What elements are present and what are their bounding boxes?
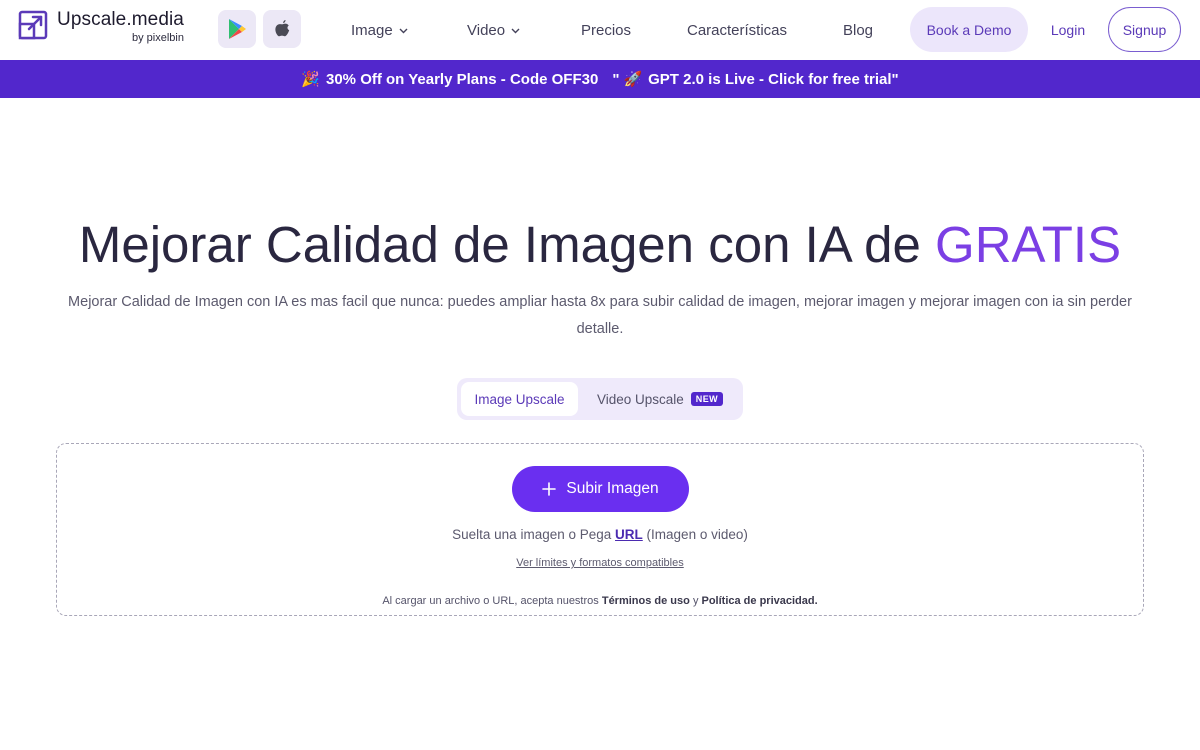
- chevron-down-icon: [511, 28, 520, 33]
- tab-video-upscale-label: Video Upscale: [596, 391, 684, 407]
- upload-dropzone[interactable]: Subir Imagen Suelta una imagen o Pega UR…: [56, 443, 1144, 616]
- page-title: Mejorar Calidad de Imagen con IA de GRAT…: [0, 214, 1200, 276]
- drop-hint: Suelta una imagen o Pega URL (Imagen o v…: [57, 527, 1143, 542]
- terms-and: y: [692, 595, 699, 607]
- login-button[interactable]: Login: [1040, 7, 1096, 52]
- drop-hint-text: Suelta una imagen o Pega: [452, 527, 612, 542]
- signup-button[interactable]: Signup: [1108, 7, 1181, 52]
- nav-image-label: Image: [351, 21, 393, 39]
- chevron-down-icon: [399, 28, 408, 33]
- terms-period: .: [814, 595, 818, 607]
- nav-blog[interactable]: Blog: [843, 20, 873, 40]
- nav-precios-label: Precios: [581, 21, 632, 39]
- brand-logo[interactable]: Upscale.media by pixelbin: [18, 9, 184, 49]
- upload-image-button[interactable]: Subir Imagen: [512, 466, 689, 512]
- nav-image[interactable]: Image: [351, 20, 409, 40]
- plus-icon: [542, 482, 557, 496]
- upscale-type-tabs: Image Upscale Video Upscale NEW: [457, 378, 743, 420]
- nav-video[interactable]: Video: [467, 20, 521, 40]
- nav-video-label: Video: [467, 21, 506, 39]
- google-play-button[interactable]: [218, 10, 256, 48]
- nav-caracteristicas-label: Características: [687, 21, 788, 39]
- apple-icon: [275, 20, 290, 37]
- app-store-button[interactable]: [263, 10, 301, 48]
- site-header: Upscale.media by pixelbin Image Video Pr…: [0, 0, 1200, 60]
- page-title-main: Mejorar Calidad de Imagen con IA de: [78, 216, 921, 273]
- tab-image-upscale[interactable]: Image Upscale: [461, 382, 578, 416]
- brand-subtitle: by pixelbin: [132, 32, 184, 44]
- rocket-icon: 🚀: [623, 71, 643, 88]
- brand-name: Upscale.media: [57, 9, 184, 30]
- promo-gpt-text: GPT 2.0 is Live - Click for free trial": [648, 70, 899, 88]
- promo-offer-text: 30% Off on Yearly Plans - Code OFF30: [326, 70, 599, 88]
- upscale-logo-icon: [18, 10, 48, 40]
- tab-image-upscale-label: Image Upscale: [474, 391, 565, 407]
- page-subtitle: Mejorar Calidad de Imagen con IA es mas …: [68, 294, 1132, 337]
- paste-url-link[interactable]: URL: [615, 527, 643, 542]
- nav-precios[interactable]: Precios: [581, 20, 631, 40]
- book-demo-button[interactable]: Book a Demo: [910, 7, 1028, 52]
- upload-image-label: Subir Imagen: [566, 480, 659, 497]
- limits-formats-link[interactable]: Ver límites y formatos compatibles: [57, 557, 1143, 569]
- page-title-accent: GRATIS: [935, 216, 1122, 273]
- terms-of-use-link[interactable]: Términos de uso: [602, 595, 690, 607]
- new-badge: NEW: [690, 392, 723, 406]
- google-play-icon: [229, 19, 246, 39]
- tab-video-upscale[interactable]: Video Upscale NEW: [585, 382, 735, 416]
- promo-banner[interactable]: 🎉 30% Off on Yearly Plans - Code OFF30 "…: [0, 60, 1200, 98]
- terms-notice: Al cargar un archivo o URL, acepta nuest…: [57, 595, 1143, 607]
- drop-hint-formats: (Imagen o video): [646, 527, 748, 542]
- nav-blog-label: Blog: [843, 21, 874, 39]
- nav-caracteristicas[interactable]: Características: [687, 20, 787, 40]
- party-popper-icon: 🎉: [301, 71, 320, 88]
- terms-text: Al cargar un archivo o URL, acepta nuest…: [382, 595, 599, 607]
- promo-quote: ": [612, 70, 620, 88]
- privacy-policy-link[interactable]: Política de privacidad: [702, 595, 815, 607]
